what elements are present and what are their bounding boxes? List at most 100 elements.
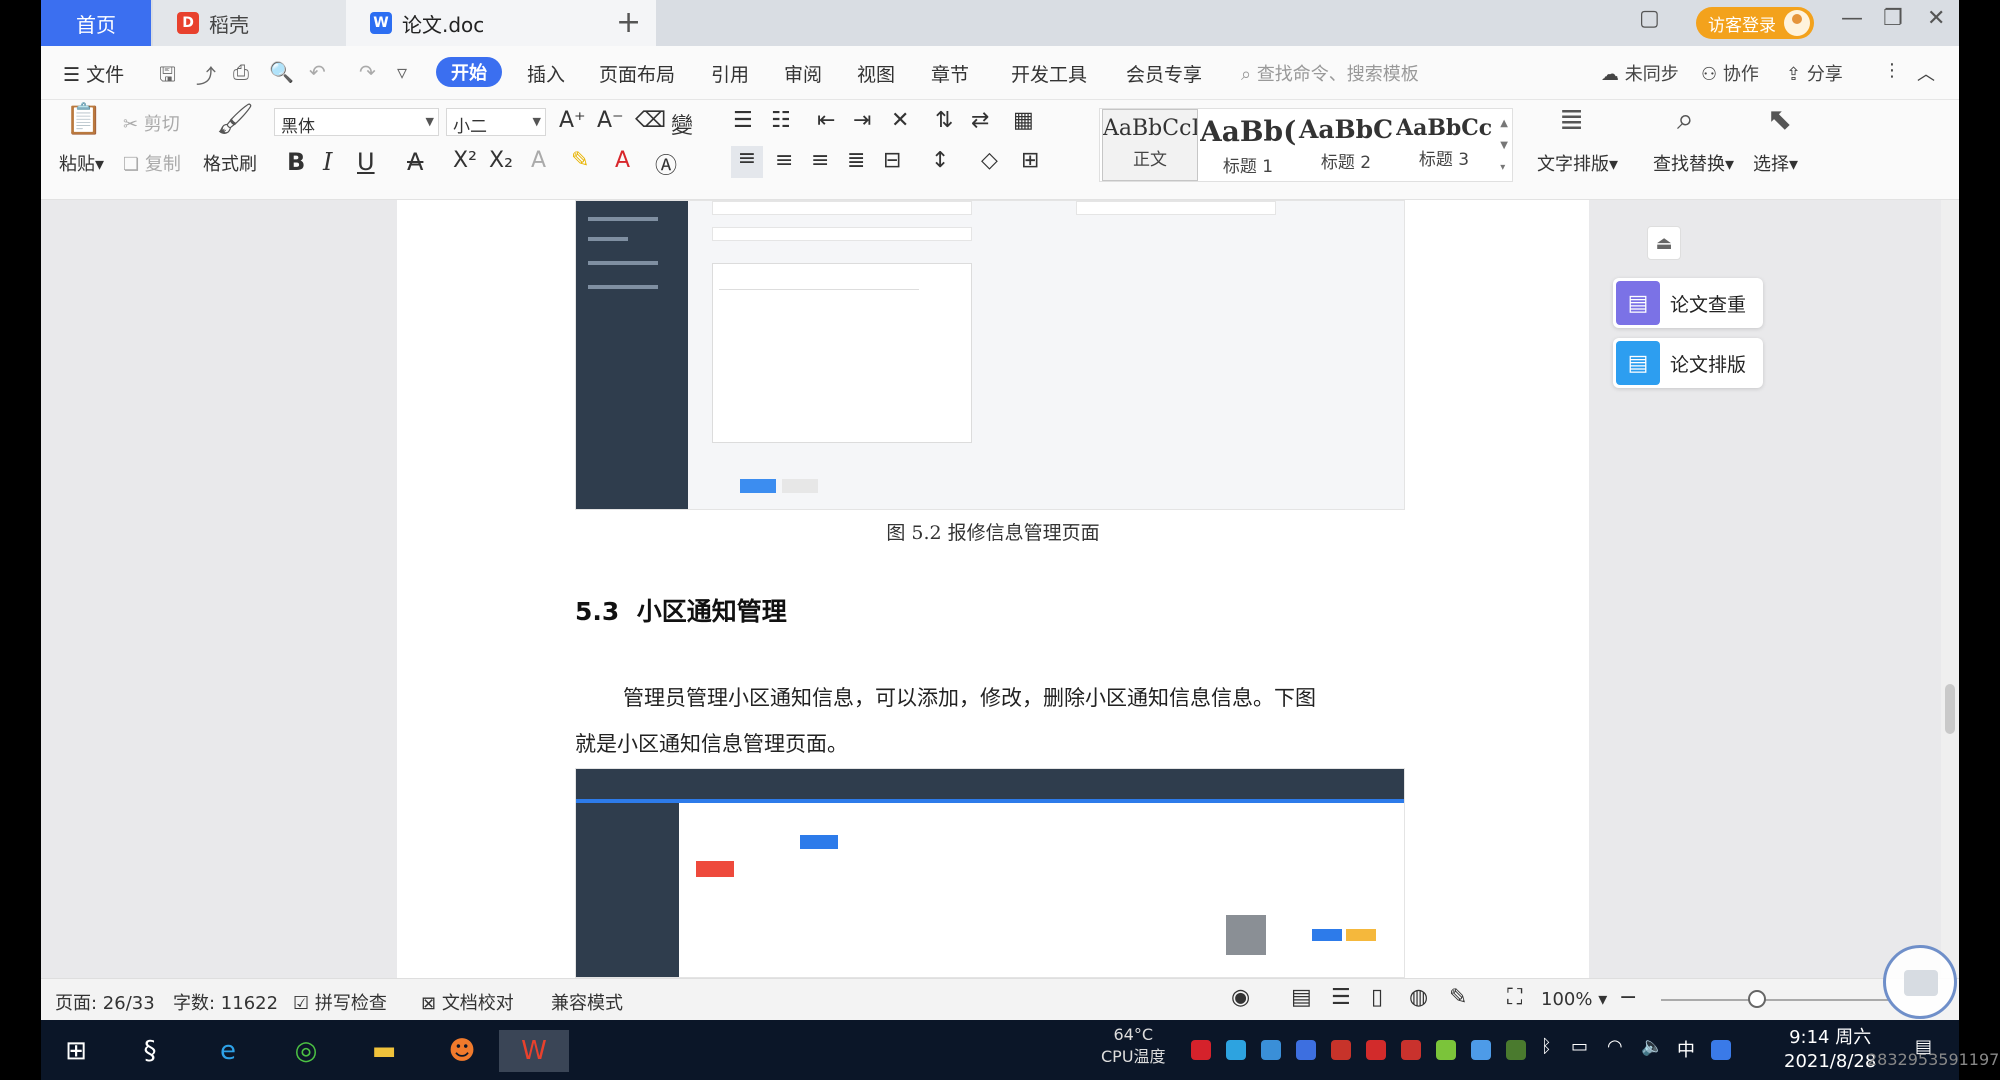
zoom-level[interactable]: 100% ▾ (1541, 989, 1607, 1010)
increase-indent-icon[interactable]: ⇥ (853, 108, 871, 133)
sync-status-button[interactable]: ☁ 未同步 (1601, 60, 1679, 86)
zoom-out-icon[interactable]: − (1619, 985, 1637, 1010)
thesis-layout-button[interactable]: ▤ 论文排版 (1613, 338, 1763, 388)
style-heading-2[interactable]: AaBbC 标题 2 (1298, 109, 1394, 181)
floating-assistant-ball[interactable] (1883, 945, 1957, 1019)
tab-review[interactable]: 审阅 (784, 60, 822, 87)
char-border-icon[interactable]: Ⓐ (655, 148, 677, 180)
page-view-icon[interactable]: ▤ (1291, 985, 1312, 1010)
zoom-slider-handle[interactable] (1748, 990, 1766, 1008)
file-explorer-icon[interactable]: ▬ (363, 1030, 405, 1072)
spell-check-button[interactable]: ☑ 拼写检查 (293, 989, 387, 1015)
new-tab-plus-icon[interactable]: + (616, 5, 641, 40)
font-size-select[interactable]: 小二 ▼ (446, 108, 546, 137)
tab-page-layout[interactable]: 页面布局 (599, 60, 675, 87)
visitor-login-button[interactable]: 访客登录 (1696, 7, 1814, 39)
tray-app-icon[interactable] (1226, 1040, 1246, 1060)
shield-icon[interactable] (1296, 1040, 1316, 1060)
volume-icon[interactable]: 🔈 (1641, 1036, 1663, 1057)
select-button[interactable]: 选择▾ (1753, 150, 1798, 176)
eye-protection-icon[interactable]: ◉ (1231, 985, 1250, 1010)
style-heading-3[interactable]: AaBbCcl 标题 3 (1396, 109, 1492, 181)
show-marks-icon[interactable]: ⇄ (971, 108, 989, 133)
tab-member[interactable]: 会员专享 (1126, 60, 1202, 87)
more-icon[interactable]: ⋮ (1883, 60, 1901, 81)
ie-browser-icon[interactable]: e (207, 1030, 249, 1072)
tab-view[interactable]: 视图 (857, 60, 895, 87)
strikethrough-icon[interactable]: A (407, 148, 423, 176)
justify-icon[interactable]: ≣ (847, 148, 865, 173)
highlight-icon[interactable]: ✎ (571, 148, 589, 173)
tab-chapter[interactable]: 章节 (931, 60, 969, 87)
save-icon[interactable]: 🖫 (159, 60, 176, 94)
word-count[interactable]: 字数: 11622 (173, 989, 278, 1015)
italic-icon[interactable]: I (323, 148, 332, 176)
format-painter-button[interactable]: 格式刷 (203, 150, 257, 176)
tray-app-icon[interactable] (1401, 1040, 1421, 1060)
clear-format-icon[interactable]: ⌫ (635, 108, 666, 133)
numbering-icon[interactable]: ☷ (771, 108, 791, 133)
align-left-icon[interactable]: ≡ (731, 146, 763, 178)
cursor-icon[interactable]: ⬉ (1767, 102, 1792, 137)
restore-icon[interactable]: ❐ (1883, 6, 1903, 31)
font-name-select[interactable]: 黑体 ▼ (274, 108, 439, 137)
read-view-icon[interactable]: ▯ (1371, 985, 1383, 1010)
paste-icon[interactable]: 📋 (65, 102, 102, 137)
underline-icon[interactable]: U (357, 148, 375, 176)
align-center-icon[interactable]: ≡ (775, 148, 793, 173)
style-scroll-icon[interactable]: ▲ ▼ ▾ (1500, 113, 1508, 179)
wps-taskbar-icon[interactable]: W (499, 1030, 569, 1072)
nvidia-icon[interactable] (1506, 1040, 1526, 1060)
align-right-icon[interactable]: ≡ (811, 148, 829, 173)
find-replace-button[interactable]: 查找替换▾ (1653, 150, 1734, 176)
distributed-icon[interactable]: ⊟ (883, 148, 901, 173)
sort-icon[interactable]: ⇅ (935, 108, 953, 133)
shading-icon[interactable]: ◇ (981, 148, 998, 173)
shrink-font-icon[interactable]: A⁻ (597, 108, 624, 133)
windows-start-icon[interactable]: ⊞ (55, 1030, 97, 1072)
document-page[interactable]: 图 5.2 报修信息管理页面 5.3 小区通知管理 管理员管理小区通知信息，可以… (397, 200, 1589, 978)
redo-icon[interactable]: ↷ (359, 60, 376, 84)
media-app-icon[interactable]: ☻ (441, 1030, 483, 1072)
tray-app-icon[interactable] (1471, 1040, 1491, 1060)
command-search[interactable]: ⌕ 查找命令、搜索模板 (1241, 60, 1419, 86)
font-color-icon[interactable]: A (615, 148, 630, 173)
tab-document[interactable]: W 论文.doc (346, 0, 656, 46)
quick-access-dropdown-icon[interactable]: ▿ (397, 60, 407, 84)
system-clock[interactable]: 9:14 周六 2021/8/28 (1784, 1026, 1876, 1074)
text-effect-icon[interactable]: A (531, 148, 546, 173)
text-layout-icon[interactable]: ≣ (1559, 102, 1584, 137)
tray-app-icon[interactable] (1261, 1040, 1281, 1060)
close-icon[interactable]: ✕ (1927, 6, 1945, 31)
notification-center-icon[interactable]: ▤ (1915, 1036, 1932, 1057)
doc-proof-button[interactable]: ⊠ 文档校对 (421, 989, 514, 1015)
print-icon[interactable]: ⎙ (233, 60, 249, 84)
superscript-icon[interactable]: X² (453, 148, 477, 173)
format-painter-icon[interactable]: 🖌 (216, 102, 254, 137)
text-layout-button[interactable]: 文字排版▾ (1537, 150, 1618, 176)
table-grid-icon[interactable]: ▦ (1013, 108, 1034, 133)
chinese-layout-icon[interactable]: ✕ (891, 108, 909, 133)
file-menu[interactable]: ☰ 文件 (63, 60, 124, 87)
paste-button[interactable]: 粘贴▾ (59, 150, 104, 176)
wifi-icon[interactable]: ◠ (1607, 1036, 1623, 1057)
tab-references[interactable]: 引用 (711, 60, 749, 87)
copy-button[interactable]: ❏ 复制 (123, 150, 181, 176)
tray-app-icon[interactable] (1436, 1040, 1456, 1060)
bold-icon[interactable]: B (287, 148, 305, 176)
side-panel-collapse-icon[interactable]: ⏏ (1647, 226, 1681, 260)
export-icon[interactable]: ⤴ (196, 60, 216, 89)
find-icon[interactable]: ⌕ (1677, 102, 1694, 137)
undo-icon[interactable]: ↶ (309, 60, 326, 84)
phonetic-guide-icon[interactable]: 變 (671, 108, 693, 140)
search-icon[interactable] (1711, 1040, 1731, 1060)
tray-app-icon[interactable] (1331, 1040, 1351, 1060)
grow-font-icon[interactable]: A⁺ (559, 108, 586, 133)
tab-insert[interactable]: 插入 (527, 60, 565, 87)
browser-360-icon[interactable]: ◎ (285, 1030, 327, 1072)
vertical-scrollbar[interactable] (1941, 200, 1959, 978)
minimize-icon[interactable]: — (1841, 6, 1863, 31)
bluetooth-icon[interactable]: ᛒ (1541, 1036, 1552, 1057)
reading-mode-icon[interactable]: ▢ (1639, 6, 1660, 31)
page-count[interactable]: 页面: 26/33 (55, 989, 155, 1015)
